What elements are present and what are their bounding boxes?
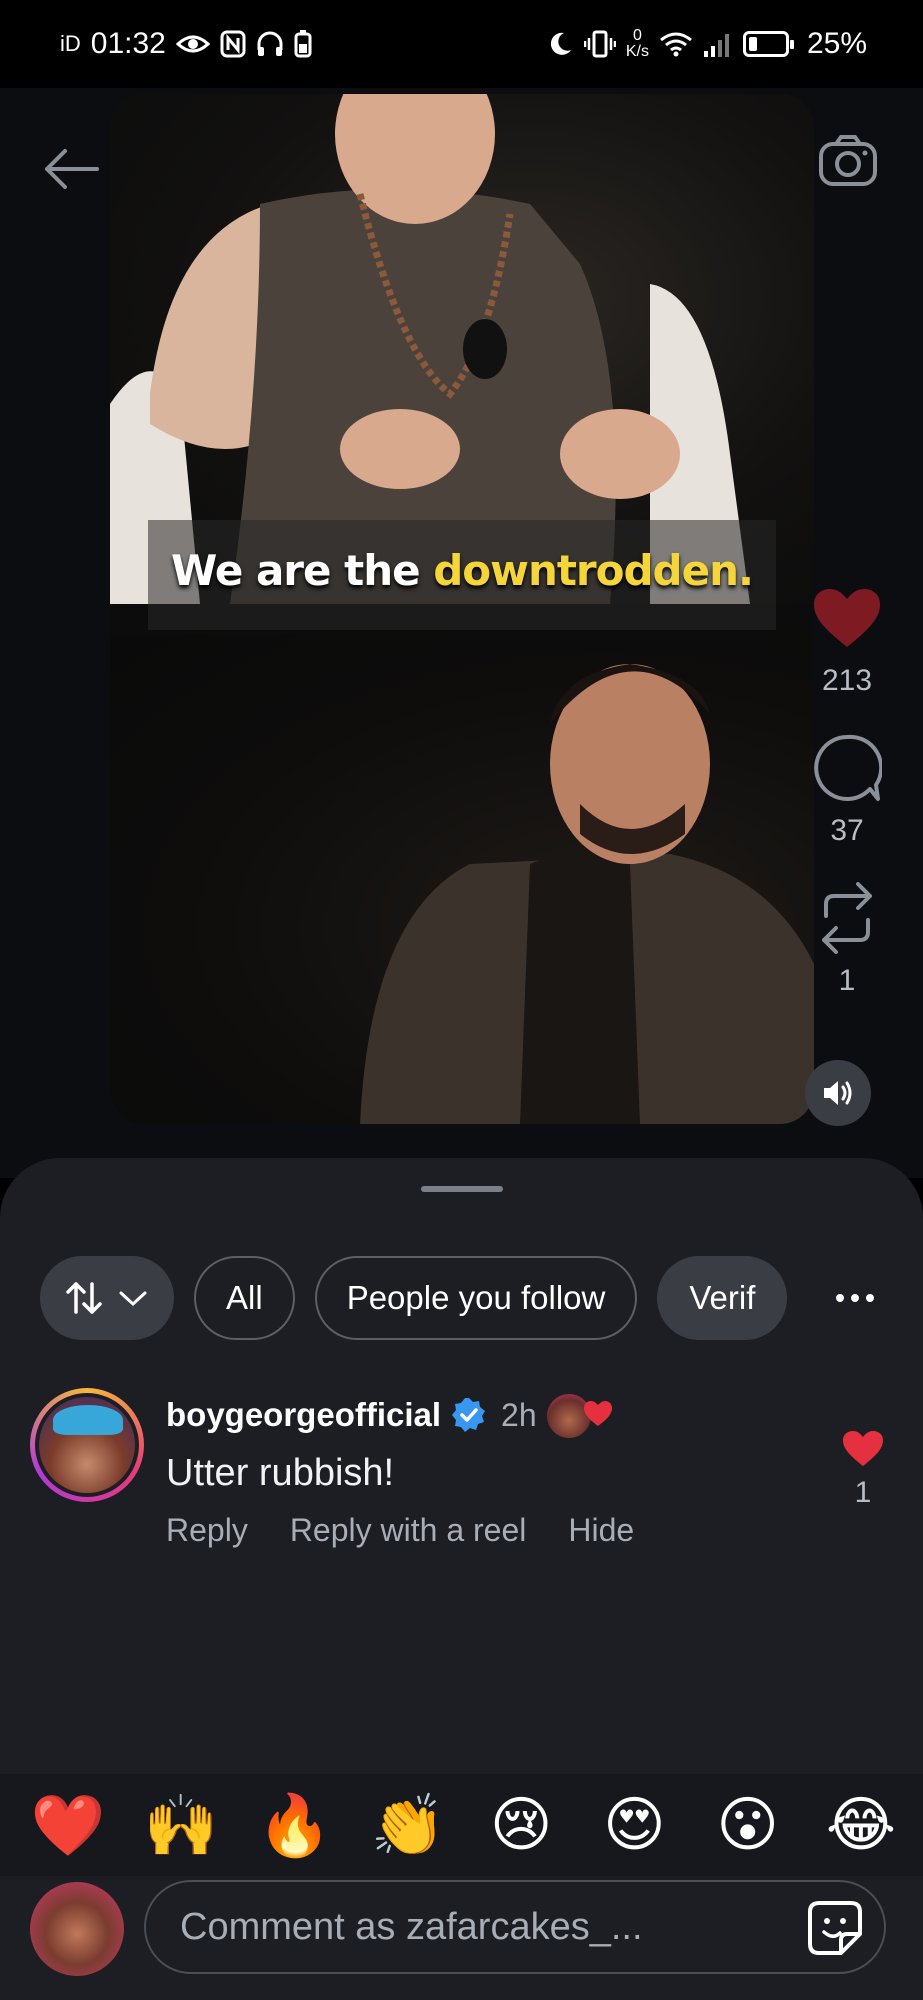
emoji-crying[interactable]: 😢 xyxy=(479,1790,563,1860)
comment-button[interactable] xyxy=(807,728,887,808)
reel-caption: We are the downtrodden. xyxy=(110,546,814,595)
comment-time: 2h xyxy=(501,1396,537,1433)
sound-button[interactable] xyxy=(805,1060,871,1126)
comment-like: 1 xyxy=(826,1430,900,1510)
sort-arrows-icon xyxy=(66,1282,102,1314)
sticker-icon xyxy=(808,1901,862,1955)
clock: 01:32 xyxy=(90,27,166,60)
repost-icon xyxy=(822,882,872,954)
arrow-left-icon xyxy=(45,149,99,189)
caption-text: We are the xyxy=(171,546,434,595)
reel-video[interactable]: We are the downtrodden. xyxy=(110,94,814,1124)
reply-button[interactable]: Reply xyxy=(166,1512,248,1549)
caption-highlight: downtrodden. xyxy=(433,546,754,595)
camera-icon xyxy=(819,135,877,186)
more-dots-icon xyxy=(836,1294,874,1302)
comment-like-count: 1 xyxy=(854,1476,872,1509)
battery-percent: 25% xyxy=(806,27,867,60)
sheet-drag-handle[interactable] xyxy=(421,1186,503,1192)
moon-icon xyxy=(546,30,574,58)
emoji-surprised[interactable]: 😮 xyxy=(706,1790,790,1860)
battery-icon xyxy=(742,31,794,57)
comment-bubble-icon xyxy=(814,734,882,801)
battery-saver-icon xyxy=(294,30,312,58)
emoji-fire[interactable]: 🔥 xyxy=(253,1790,337,1861)
emoji-heart-eyes[interactable]: 😍 xyxy=(592,1790,676,1860)
comment-count: 37 xyxy=(830,814,864,847)
camera-button[interactable] xyxy=(815,128,881,194)
emoji-heart[interactable]: ❤️ xyxy=(26,1790,110,1861)
current-user-avatar xyxy=(30,1882,124,1976)
emoji-clap[interactable]: 👏 xyxy=(366,1790,450,1861)
vibrate-icon xyxy=(583,30,616,58)
back-button[interactable] xyxy=(38,136,104,202)
more-options-button[interactable] xyxy=(827,1270,883,1326)
like-button[interactable] xyxy=(807,578,887,658)
filter-people-you-follow[interactable]: People you follow xyxy=(314,1256,638,1340)
eye-icon xyxy=(175,32,210,56)
small-heart-icon xyxy=(583,1401,612,1426)
carrier-label: iD xyxy=(60,31,81,56)
emoji-raised-hands[interactable]: 🙌 xyxy=(139,1790,223,1861)
emoji-quick-bar: ❤️ 🙌 🔥 👏 😢 😍 😮 😂 xyxy=(0,1774,923,1876)
net-speed-value: 0 xyxy=(632,27,642,44)
video-scene-bottom xyxy=(110,634,814,1124)
status-right: 0 K/s 25% xyxy=(546,27,867,61)
repost-button[interactable] xyxy=(807,878,887,958)
comment-text: Utter rubbish! xyxy=(166,1452,395,1494)
signal-icon xyxy=(703,31,733,57)
verified-badge-icon xyxy=(452,1398,486,1432)
sticker-button[interactable] xyxy=(805,1898,865,1958)
heart-filled-icon xyxy=(814,589,880,647)
net-speed-unit: K/s xyxy=(625,43,649,60)
comment-composer: Comment as zafarcakes_... xyxy=(0,1876,923,2000)
speaker-icon xyxy=(824,1081,852,1105)
emoji-laughing[interactable]: 😂 xyxy=(819,1790,903,1860)
sort-button[interactable] xyxy=(40,1256,174,1340)
comment-actions: Reply Reply with a reel Hide xyxy=(166,1512,634,1549)
comment-filters: All People you follow Verif xyxy=(40,1256,800,1340)
status-bar: iD 01:32 0 K/s 25% xyxy=(0,0,923,88)
status-left: iD 01:32 xyxy=(60,27,312,61)
wifi-icon xyxy=(659,30,693,58)
filter-all[interactable]: All xyxy=(194,1256,295,1340)
battery-fill xyxy=(748,37,758,51)
like-count: 213 xyxy=(821,664,873,697)
hide-button[interactable]: Hide xyxy=(568,1512,634,1549)
comment-header: boygeorgeofficial 2h xyxy=(166,1392,617,1438)
reply-with-reel-button[interactable]: Reply with a reel xyxy=(290,1512,527,1549)
repost-count: 1 xyxy=(838,964,856,997)
comment-like-heart-icon[interactable] xyxy=(842,1430,884,1468)
net-speed: 0 K/s xyxy=(626,28,649,60)
reel-side-actions: 213 37 1 xyxy=(799,578,895,998)
headphones-icon xyxy=(256,30,284,58)
comment-item: boygeorgeofficial 2h Utter rubbish! Repl… xyxy=(30,1388,900,1568)
nfc-icon xyxy=(220,30,246,58)
commenter-avatar[interactable] xyxy=(30,1388,144,1502)
reel-area: We are the downtrodden. 213 37 1 xyxy=(0,88,923,1178)
comment-input[interactable]: Comment as zafarcakes_... xyxy=(144,1880,886,1974)
chevron-down-icon xyxy=(119,1291,147,1307)
filter-verified[interactable]: Verif xyxy=(657,1256,788,1340)
creator-liked-indicator xyxy=(546,1392,617,1438)
comment-username[interactable]: boygeorgeofficial xyxy=(166,1396,441,1434)
